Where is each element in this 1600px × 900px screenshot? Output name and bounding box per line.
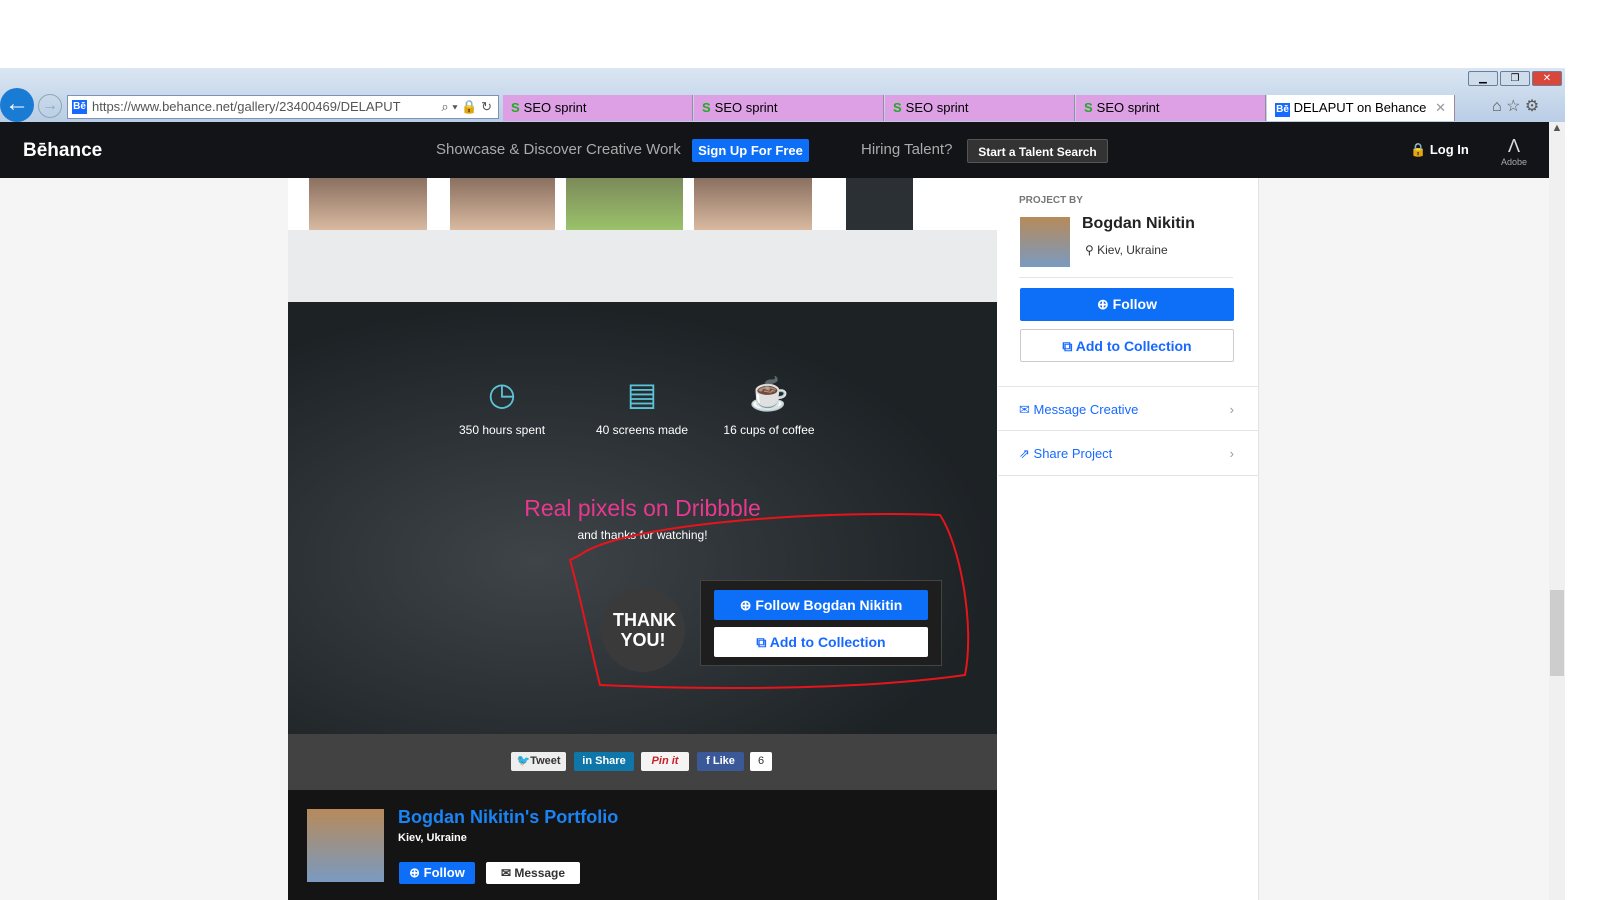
tweet-button[interactable]: 🐦Tweet <box>511 752 566 771</box>
close-tab-icon[interactable]: ✕ <box>1435 95 1446 121</box>
portfolio-message-button[interactable]: ✉ Message <box>486 862 580 884</box>
scroll-up-icon: ▲ <box>1551 122 1563 134</box>
stat-coffee: ☕ 16 cups of coffee <box>714 375 824 437</box>
cup-icon: ☕ <box>749 376 789 412</box>
linkedin-share-button[interactable]: in Share <box>574 752 634 771</box>
document-icon: ▤ <box>626 376 658 412</box>
pinterest-button[interactable]: Pin it <box>641 752 689 771</box>
behance-logo[interactable]: Bēhance <box>23 140 102 162</box>
share-project-link[interactable]: ⇗ Share Project › <box>998 431 1258 476</box>
project-by-label: PROJECT BY <box>1019 195 1083 206</box>
clock-icon: ◷ <box>488 376 516 412</box>
minimize-button[interactable]: ▁ <box>1468 71 1498 86</box>
avatar[interactable] <box>307 809 384 882</box>
scrollbar-thumb[interactable] <box>1550 590 1564 676</box>
adobe-logo[interactable]: Λ Adobe <box>1500 136 1528 167</box>
share-icon: ⇗ <box>1019 446 1030 461</box>
signup-button[interactable]: Sign Up For Free <box>692 139 809 162</box>
address-bar[interactable]: Bē https://www.behance.net/gallery/234004… <box>67 95 499 119</box>
portfolio-title[interactable]: Bogdan Nikitin's Portfolio <box>398 807 618 828</box>
portfolio-footer <box>288 790 997 900</box>
tab-seo-sprint[interactable]: S SEO sprint <box>885 95 1075 121</box>
creator-name[interactable]: Bogdan Nikitin <box>1082 215 1195 233</box>
project-image <box>694 178 812 230</box>
tab-seo-sprint[interactable]: S SEO sprint <box>1076 95 1266 121</box>
pin-icon: ⚲ <box>1085 243 1094 257</box>
project-image <box>846 178 913 230</box>
red-annotation-outline <box>568 513 970 689</box>
portfolio-follow-button[interactable]: ⊕ Follow <box>399 862 475 884</box>
sidebar-follow-button[interactable]: ⊕ Follow <box>1020 288 1234 321</box>
forward-button[interactable]: → <box>38 94 62 118</box>
back-button[interactable]: ← <box>0 88 34 122</box>
scrollbar[interactable]: ▲ <box>1549 122 1565 900</box>
tagline: Showcase & Discover Creative Work <box>436 141 681 158</box>
facebook-like-button[interactable]: f Like <box>697 752 744 771</box>
home-star-gear-icons[interactable]: ⌂ ☆ ⚙ <box>1492 96 1539 116</box>
close-window-button[interactable]: ✕ <box>1532 71 1562 86</box>
stat-screens: ▤ 40 screens made <box>587 375 697 437</box>
chevron-right-icon: › <box>1229 402 1234 417</box>
restore-button[interactable]: ❐ <box>1500 71 1530 86</box>
hiring-label: Hiring Talent? <box>861 141 953 158</box>
stat-hours: ◷ 350 hours spent <box>447 375 557 437</box>
like-count: 6 <box>750 752 772 771</box>
chevron-right-icon: › <box>1229 446 1234 461</box>
lock-icon: 🔒 <box>1410 142 1427 157</box>
top-nav: Bēhance Showcase & Discover Creative Wor… <box>0 122 1549 178</box>
tab-seo-sprint[interactable]: S SEO sprint <box>503 95 693 121</box>
project-image <box>450 178 555 230</box>
sidebar-add-collection-button[interactable]: ⧉ Add to Collection <box>1020 329 1234 362</box>
sidebar <box>997 178 1259 900</box>
project-image <box>566 178 683 230</box>
message-creative-link[interactable]: ✉ Message Creative › <box>998 386 1258 431</box>
creator-avatar[interactable] <box>1020 217 1070 267</box>
project-image <box>309 178 427 230</box>
tab-active[interactable]: Bē DELAPUT on Behance ✕ <box>1267 95 1455 121</box>
creator-location: ⚲ Kiev, Ukraine <box>1085 243 1168 257</box>
envelope-icon: ✉ <box>1019 402 1030 417</box>
login-link[interactable]: 🔒 Log In <box>1410 142 1469 158</box>
talent-search-button[interactable]: Start a Talent Search <box>967 139 1108 163</box>
tab-seo-sprint[interactable]: S SEO sprint <box>694 95 884 121</box>
portfolio-location: Kiev, Ukraine <box>398 832 467 844</box>
search-lock-refresh-icons[interactable]: ⌕ ▾ 🔒 ↻ <box>441 96 492 118</box>
